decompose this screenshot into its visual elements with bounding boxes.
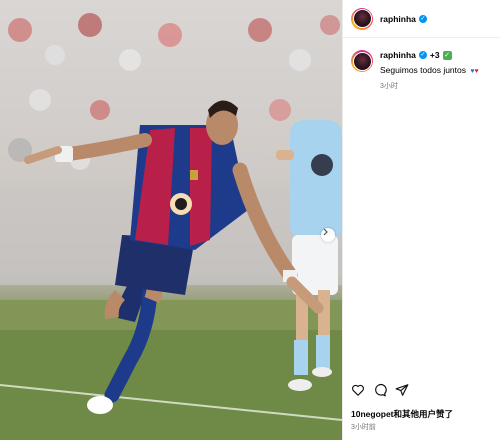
avatar[interactable] <box>351 7 373 30</box>
red-heart-icon: ♥ <box>474 68 479 75</box>
post-photo[interactable] <box>0 0 342 440</box>
verified-badge-icon: ✓ <box>418 14 427 23</box>
caption-time: 3小时 <box>380 83 398 90</box>
carousel-next-button[interactable] <box>321 228 335 242</box>
header-username[interactable]: raphinha <box>380 14 416 24</box>
caption-text-line: Seguimos todos juntos ♥♥ <box>380 65 479 75</box>
caption-username[interactable]: raphinha <box>380 50 416 60</box>
chevron-right-icon <box>323 228 328 236</box>
post-header: raphinha ✓ <box>343 0 500 38</box>
caption-row: raphinha ✓ +3 ✓ Seguimos todos juntos ♥♥… <box>343 38 500 91</box>
post-sidebar: raphinha ✓ raphinha ✓ +3 ✓ Seguimos todo… <box>342 0 500 440</box>
caption-text: Seguimos todos juntos <box>380 65 466 75</box>
collaborators-count[interactable]: +3 <box>430 50 440 60</box>
heart-icon[interactable] <box>351 383 365 397</box>
likes-summary[interactable]: 10negopet和其他用户赞了 <box>351 408 453 420</box>
verified-badge-icon: ✓ <box>418 51 427 59</box>
caption-avatar[interactable] <box>351 50 373 72</box>
action-bar <box>351 383 409 397</box>
share-icon[interactable] <box>395 383 409 397</box>
comment-icon[interactable] <box>373 383 387 397</box>
check-mark-emoji-icon: ✓ <box>442 50 452 60</box>
post-time: 3小时前 <box>351 424 376 431</box>
football-celebration-photo <box>0 13 342 440</box>
